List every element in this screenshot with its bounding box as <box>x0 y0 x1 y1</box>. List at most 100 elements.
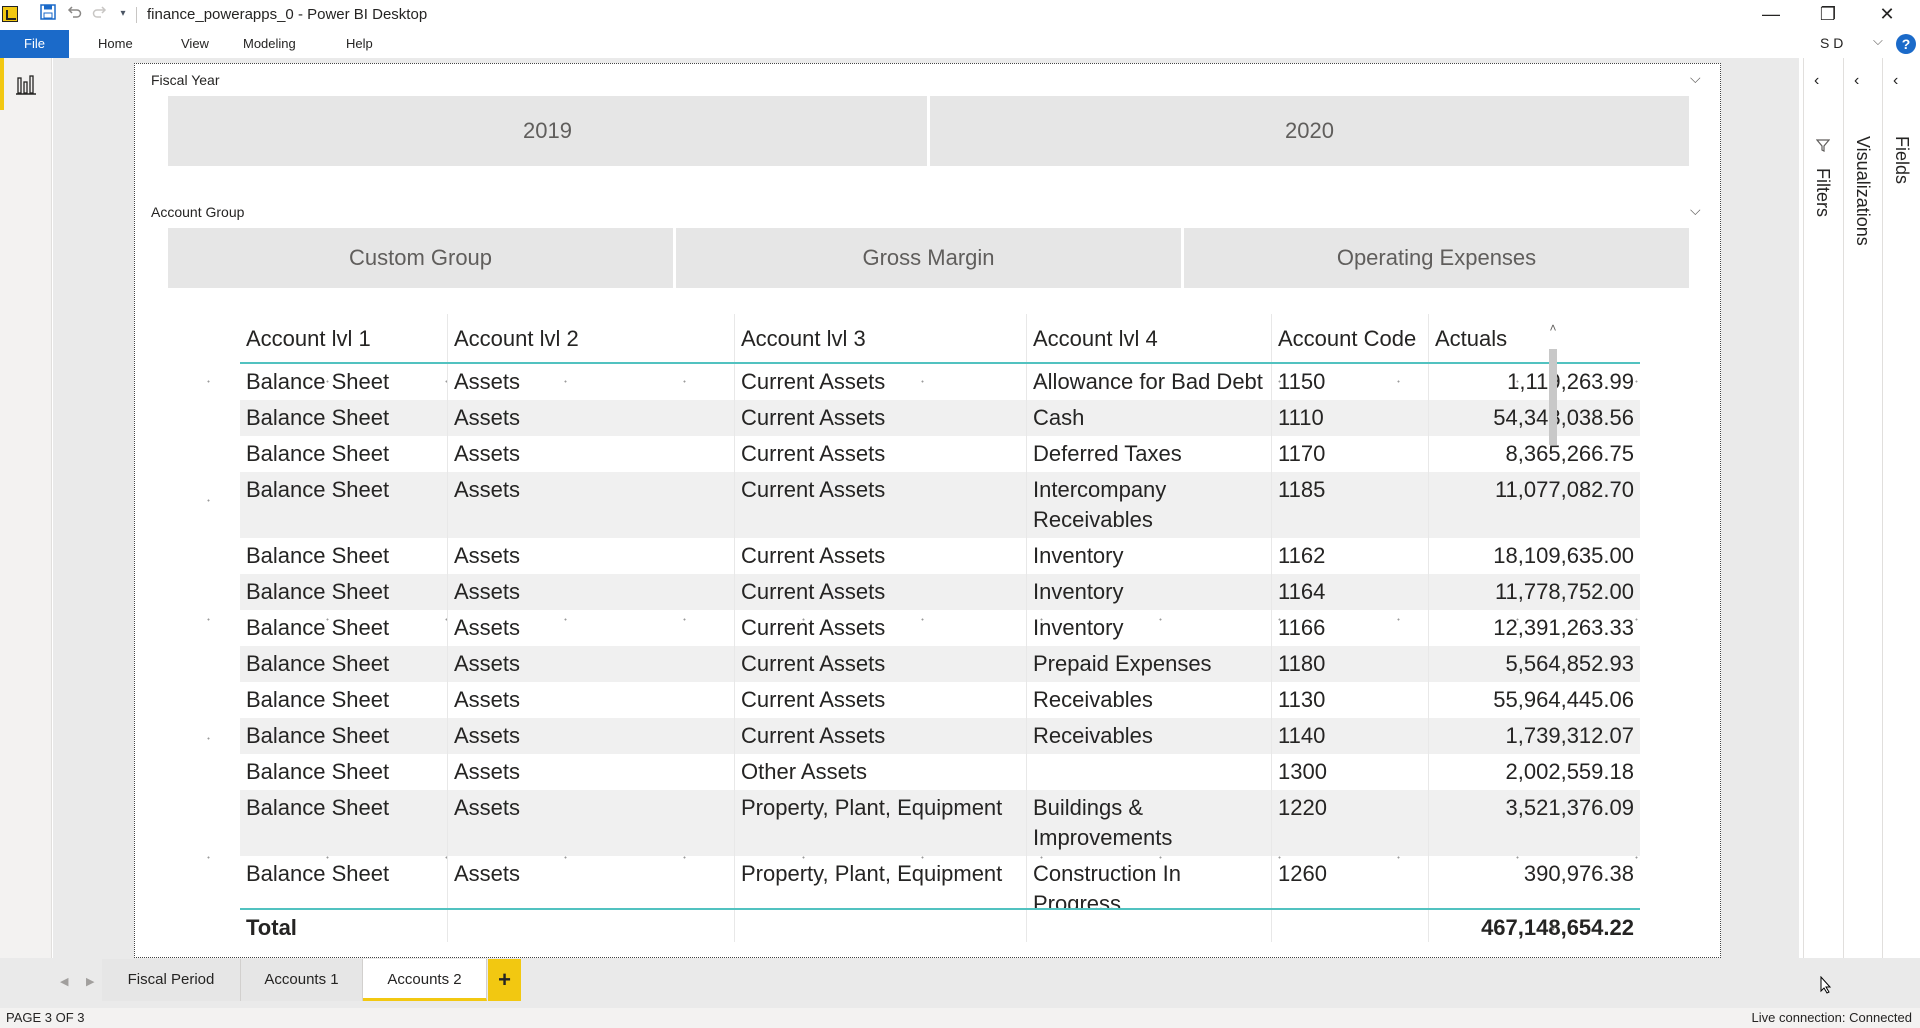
tab-view[interactable]: View <box>181 30 209 58</box>
page-tab-fiscal-period[interactable]: Fiscal Period <box>102 959 241 1001</box>
scroll-thumb[interactable] <box>1549 349 1557 445</box>
fiscal-year-chevron-down-icon[interactable]: ⌵ <box>1690 70 1701 87</box>
column-header[interactable]: Account lvl 4 <box>1027 314 1272 362</box>
tab-modeling[interactable]: Modeling <box>243 30 296 58</box>
collapse-ribbon-chevron-down-icon[interactable]: ⌵ <box>1873 33 1883 49</box>
table-cell: Current Assets <box>735 538 1027 574</box>
column-header[interactable]: Account lvl 2 <box>448 314 735 362</box>
visualizations-pane-label[interactable]: Visualizations <box>1852 136 1873 246</box>
filters-pane-collapsed[interactable]: ‹ Filters <box>1803 58 1842 958</box>
table-cell: Assets <box>448 856 735 910</box>
slicer-option-2019[interactable]: 2019 <box>168 96 927 166</box>
table-row[interactable]: Balance Sheet Assets Other Assets 1300 2,002… <box>240 754 1640 790</box>
table-cell: 1180 <box>1272 646 1429 682</box>
restore-button[interactable]: ❐ <box>1805 0 1851 30</box>
table-cell: Assets <box>448 364 735 400</box>
title-bar: ▾ finance_powerapps_0 - Power BI Desktop… <box>0 0 1920 30</box>
table-cell: Balance Sheet <box>240 790 448 856</box>
total-label: Total <box>240 910 448 942</box>
table-cell: 8,365,266.75 <box>1505 441 1634 466</box>
minimize-button[interactable]: — <box>1748 0 1794 30</box>
table-cell: Assets <box>448 400 735 436</box>
table-row[interactable]: Balance Sheet Assets Current Assets Receiva… <box>240 682 1640 718</box>
active-view-indicator <box>0 58 4 110</box>
expand-fields-chevron-left-icon[interactable]: ‹ <box>1893 72 1898 90</box>
fiscal-year-slicer-title: Fiscal Year <box>151 72 220 88</box>
column-header[interactable]: Account lvl 1 <box>240 314 448 362</box>
table-row[interactable]: Balance Sheet Assets Current Assets Invento… <box>240 574 1640 610</box>
column-header[interactable]: Account lvl 3 <box>735 314 1027 362</box>
fields-pane-label[interactable]: Fields <box>1891 136 1912 184</box>
table-row[interactable]: Balance Sheet Assets Current Assets Interco… <box>240 472 1640 538</box>
table-cell: 1,119,263.99 <box>1507 369 1634 394</box>
table-cell: Balance Sheet <box>240 646 448 682</box>
table-cell: Assets <box>448 610 735 646</box>
table-row[interactable]: Balance Sheet Assets Current Assets Prepaid… <box>240 646 1640 682</box>
table-cell: Deferred Taxes <box>1027 436 1272 472</box>
expand-filters-chevron-left-icon[interactable]: ‹ <box>1814 72 1819 90</box>
table-cell: Receivables <box>1027 682 1272 718</box>
table-cell: Balance Sheet <box>240 364 448 400</box>
column-header[interactable]: Account Code <box>1272 314 1429 362</box>
total-empty-cell <box>1027 910 1272 942</box>
table-row[interactable]: Balance Sheet Assets Property, Plant, Equi… <box>240 856 1640 910</box>
table-row[interactable]: Balance Sheet Assets Current Assets Cash 111… <box>240 400 1640 436</box>
table-row[interactable]: Balance Sheet Assets Current Assets Invento… <box>240 610 1640 646</box>
table-cell: Inventory <box>1027 610 1272 646</box>
table-cell: Assets <box>448 646 735 682</box>
slicer-option-2020[interactable]: 2020 <box>930 96 1689 166</box>
table-row[interactable]: Balance Sheet Assets Current Assets Allowan… <box>240 364 1640 400</box>
table-cell: 1162 <box>1272 538 1429 574</box>
filters-pane-label[interactable]: Filters <box>1812 168 1833 217</box>
table-row[interactable]: Balance Sheet Assets Current Assets Deferre… <box>240 436 1640 472</box>
table-cell: Current Assets <box>735 436 1027 472</box>
undo-icon[interactable] <box>64 4 84 24</box>
add-page-button[interactable]: + <box>488 959 521 1001</box>
table-cell: 1185 <box>1272 472 1429 538</box>
help-icon[interactable]: ? <box>1896 34 1916 54</box>
column-header[interactable]: Actuals <box>1429 314 1640 362</box>
tab-home[interactable]: Home <box>98 30 133 58</box>
table-cell: Current Assets <box>735 472 1027 538</box>
table-row[interactable]: Balance Sheet Assets Current Assets Receiva… <box>240 718 1640 754</box>
previous-page-arrow-icon[interactable]: ◀ <box>60 975 68 988</box>
scroll-down-chevron-icon[interactable]: ˅ <box>1547 921 1559 935</box>
report-view-bar-chart-icon[interactable] <box>14 72 38 96</box>
page-indicator: PAGE 3 OF 3 <box>6 1010 85 1025</box>
table-cell: Assets <box>448 682 735 718</box>
visualizations-pane-collapsed[interactable]: ‹ Visualizations <box>1843 58 1882 958</box>
slicer-option-gross-margin[interactable]: Gross Margin <box>676 228 1181 288</box>
table-cell: Property, Plant, Equipment <box>735 856 1027 910</box>
tab-help[interactable]: Help <box>346 30 373 58</box>
table-cell <box>1027 754 1272 790</box>
tab-file[interactable]: File <box>0 30 69 58</box>
scroll-up-chevron-icon[interactable]: ˄ <box>1547 321 1559 335</box>
close-button[interactable]: ✕ <box>1864 0 1910 30</box>
table-cell: 390,976.38 <box>1523 861 1634 886</box>
fields-pane-collapsed[interactable]: ‹ Fields <box>1882 58 1920 958</box>
table-cell: Current Assets <box>735 682 1027 718</box>
expand-visualizations-chevron-left-icon[interactable]: ‹ <box>1854 72 1859 90</box>
mouse-cursor-icon <box>1820 975 1832 999</box>
connection-status: Live connection: Connected <box>1751 1010 1912 1025</box>
ribbon-tabs: File Home View Modeling Help S D ⌵ ? <box>0 30 1920 58</box>
save-icon[interactable] <box>38 4 58 24</box>
next-page-arrow-icon[interactable]: ▶ <box>86 975 94 988</box>
table-row[interactable]: Balance Sheet Assets Property, Plant, Equi… <box>240 790 1640 856</box>
account-group-chevron-down-icon[interactable]: ⌵ <box>1690 202 1701 219</box>
table-cell: Current Assets <box>735 718 1027 754</box>
table-cell: Assets <box>448 472 735 538</box>
page-tab-accounts-1[interactable]: Accounts 1 <box>241 959 363 1001</box>
total-value: 467,148,654.22 <box>1481 915 1634 940</box>
table-scrollbar[interactable]: ˄ ˅ <box>1547 321 1559 941</box>
slicer-option-operating-expenses[interactable]: Operating Expenses <box>1184 228 1689 288</box>
table-row[interactable]: Balance Sheet Assets Current Assets Invento… <box>240 538 1640 574</box>
redo-icon[interactable] <box>90 4 110 24</box>
table-cell: 1110 <box>1272 400 1429 436</box>
page-tab-accounts-2[interactable]: Accounts 2 <box>363 959 487 1001</box>
user-initials[interactable]: S D <box>1820 35 1843 51</box>
slicer-option-custom-group[interactable]: Custom Group <box>168 228 673 288</box>
table-cell: Prepaid Expenses <box>1027 646 1272 682</box>
fiscal-year-slicer: 2019 2020 <box>168 96 1689 166</box>
customize-quick-access-chevron-down-icon[interactable]: ▾ <box>113 4 133 24</box>
